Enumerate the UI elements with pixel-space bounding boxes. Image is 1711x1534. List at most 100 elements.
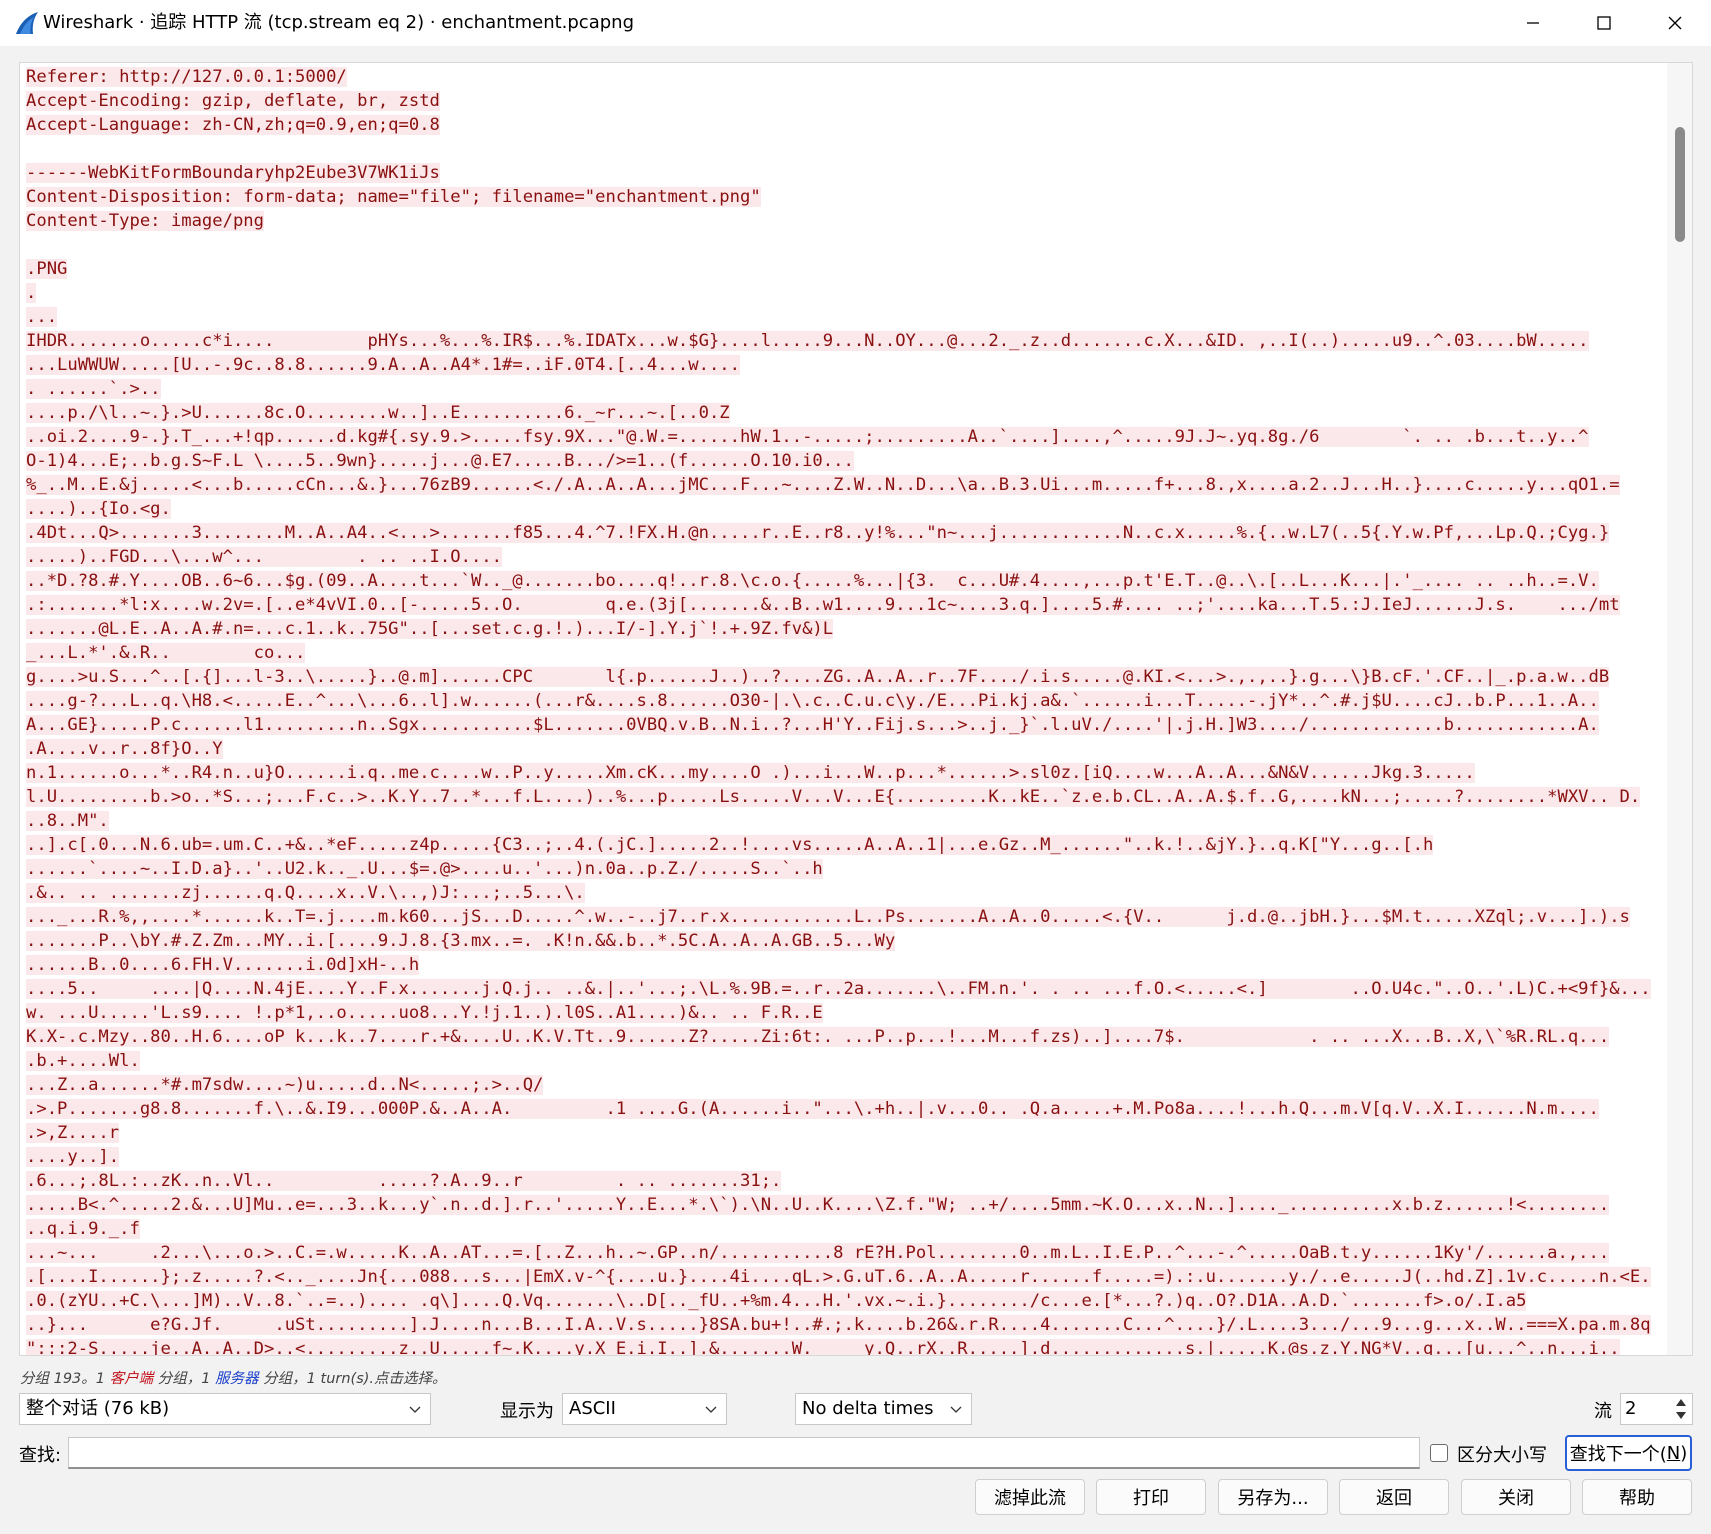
close-button[interactable]: 关闭 bbox=[1461, 1479, 1571, 1515]
back-button[interactable]: 返回 bbox=[1339, 1479, 1449, 1515]
stream-line[interactable]: .......@L.E..A..A.#.n=...c.1..k..75G"..[… bbox=[26, 617, 1662, 641]
find-input[interactable] bbox=[68, 1437, 1420, 1469]
delta-times-select[interactable]: No delta times bbox=[795, 1393, 972, 1425]
stream-line[interactable]: ..q.i.9._.f bbox=[26, 1217, 1662, 1241]
stream-line[interactable]: ..*D.?8.#.Y....OB..6~6...$g.(09..A....t.… bbox=[26, 569, 1662, 593]
stream-line[interactable]: .6...;.8L.:..zK..n..Vl.. .....?.A..9..r … bbox=[26, 1169, 1662, 1193]
stream-line[interactable]: ......B..0....6.FH.V.......i.0d]xH-..h bbox=[26, 953, 1662, 977]
window-title: Wireshark · 追踪 HTTP 流 (tcp.stream eq 2) … bbox=[43, 12, 634, 33]
stream-line[interactable]: .b.+....Wl. bbox=[26, 1049, 1662, 1073]
stream-line[interactable]: n.1......o...*..R4.n..u}O......i.q..me.c… bbox=[26, 761, 1662, 785]
stream-line[interactable] bbox=[26, 137, 1662, 161]
stream-line[interactable]: .[....I......};.z.....?.<.._....Jn{...08… bbox=[26, 1265, 1662, 1289]
stream-line[interactable]: Referer: http://127.0.0.1:5000/ bbox=[26, 65, 1662, 89]
stream-line[interactable]: ....g-?...L..q.\H8.<.....E..^...\...6..l… bbox=[26, 689, 1662, 713]
stream-line-text: ..}... e?G.Jf. .uSt.........].J....n...B… bbox=[26, 1315, 1651, 1335]
help-button[interactable]: 帮助 bbox=[1582, 1479, 1692, 1515]
maximize-button[interactable] bbox=[1572, 0, 1636, 46]
stream-line[interactable]: ....)..{Io.<g. bbox=[26, 497, 1662, 521]
stream-line-text: ......B..0....6.FH.V.......i.0d]xH-..h bbox=[26, 955, 420, 975]
stream-line[interactable]: ... bbox=[26, 305, 1662, 329]
stream-line[interactable]: ..._...R.%,,....*......k..T=.j....m.k60.… bbox=[26, 905, 1662, 929]
stream-line[interactable]: ..8..M". bbox=[26, 809, 1662, 833]
stream-line[interactable]: Accept-Language: zh-CN,zh;q=0.9,en;q=0.8 bbox=[26, 113, 1662, 137]
stream-line[interactable]: .0.(zYU..+C.\...]M)..V..8.`..=..).... .q… bbox=[26, 1289, 1662, 1313]
stream-line-text: ....y..]. bbox=[26, 1147, 120, 1167]
chevron-down-icon bbox=[409, 1406, 421, 1413]
find-next-button[interactable]: 查找下一个(N) bbox=[1565, 1435, 1692, 1471]
case-sensitive-label[interactable]: 区分大小写 bbox=[1457, 1441, 1547, 1467]
stream-line[interactable]: .......P..\bY.#.Z.Zm...MY..i.[....9.J.8.… bbox=[26, 929, 1662, 953]
print-button[interactable]: 打印 bbox=[1096, 1479, 1206, 1515]
stream-line[interactable]: ....y..]. bbox=[26, 1145, 1662, 1169]
stream-line-text: Content-Type: image/png bbox=[26, 211, 264, 231]
stream-line[interactable]: ...Z..a......*#.m7sdw....~)u.....d..N<..… bbox=[26, 1073, 1662, 1097]
stream-line[interactable]: K.X-.c.Mzy..80..H.6....oP k...k..7....r.… bbox=[26, 1025, 1662, 1049]
stream-line[interactable]: . ......`.>.. bbox=[26, 377, 1662, 401]
stream-line[interactable]: . bbox=[26, 281, 1662, 305]
stream-line[interactable]: .....)..FGD...\...w^... . .. ..I.O.... bbox=[26, 545, 1662, 569]
stream-line-text: .....B<.^.....2.&...U]Mu..e=...3..k...y`… bbox=[26, 1195, 1610, 1215]
stream-line[interactable]: ":::2-S.....je..A..A..D>..<.........z..U… bbox=[26, 1337, 1662, 1355]
stream-line[interactable]: .:.......*l:x....w.2v=.[..e*4vVI.0..[-..… bbox=[26, 593, 1662, 617]
stream-line[interactable]: ...~... .2...\...o.>..C.=.w.....K..A..AT… bbox=[26, 1241, 1662, 1265]
stream-line[interactable]: ....5.. ....|Q....N.4jE....Y..F.x.......… bbox=[26, 977, 1662, 1001]
stream-line-text: Content-Disposition: form-data; name="fi… bbox=[26, 187, 761, 207]
stream-line[interactable]: w. ...U.....'L.s9.... !.p*1,..o.....uo8.… bbox=[26, 1001, 1662, 1025]
stream-line[interactable]: ...LuWWUW.....[U..-.9c..8.8......9.A..A.… bbox=[26, 353, 1662, 377]
stream-line[interactable]: Content-Type: image/png bbox=[26, 209, 1662, 233]
spin-arrows-icon[interactable] bbox=[1672, 1396, 1690, 1422]
stream-line[interactable]: .>.P.......g8.8.......f.\..&.I9...000P.&… bbox=[26, 1097, 1662, 1121]
stream-line[interactable]: %_..M..E.&j.....<...b.....cCn...&.}...76… bbox=[26, 473, 1662, 497]
title-bar[interactable]: Wireshark · 追踪 HTTP 流 (tcp.stream eq 2) … bbox=[0, 0, 1711, 46]
stream-number-spinbox[interactable]: 2 bbox=[1620, 1393, 1693, 1425]
conversation-select[interactable]: 整个对话 (76 kB) bbox=[19, 1393, 431, 1425]
stream-line-text: IHDR.......o.....c*i.... pHYs...%...%.IR… bbox=[26, 331, 1589, 351]
stream-content-pane[interactable]: Referer: http://127.0.0.1:5000/Accept-En… bbox=[19, 62, 1693, 1356]
stream-line[interactable]: A...GE}.....P.c......l1.........n..Sgx..… bbox=[26, 713, 1662, 737]
stream-line[interactable]: O-1)4...E;..b.g.S~F.L \....5..9wn}.....j… bbox=[26, 449, 1662, 473]
stream-line[interactable]: ....p./\l..~.}.>U......8c.O........w..].… bbox=[26, 401, 1662, 425]
stream-line[interactable]: l.U.........b.>o..*S...;...F.c..>..K.Y..… bbox=[26, 785, 1662, 809]
stream-line[interactable]: ..}... e?G.Jf. .uSt.........].J....n...B… bbox=[26, 1313, 1662, 1337]
case-sensitive-checkbox[interactable] bbox=[1430, 1444, 1448, 1462]
show-as-select[interactable]: ASCII bbox=[562, 1393, 727, 1425]
stream-line[interactable]: .A....v..r..8f}O..Y bbox=[26, 737, 1662, 761]
stream-line-text: .6...;.8L.:..zK..n..Vl.. .....?.A..9..r … bbox=[26, 1171, 782, 1191]
stream-line-text: .:.......*l:x....w.2v=.[..e*4vVI.0..[-..… bbox=[26, 595, 1620, 615]
stream-line[interactable]: ------WebKitFormBoundaryhp2Eube3V7WK1iJs bbox=[26, 161, 1662, 185]
scrollbar-thumb[interactable] bbox=[1675, 127, 1685, 242]
stream-line[interactable]: .PNG bbox=[26, 257, 1662, 281]
chevron-down-icon bbox=[950, 1406, 962, 1413]
stream-line[interactable]: .4Dt...Q>.......3........M..A..A4..<...>… bbox=[26, 521, 1662, 545]
server-packets-link[interactable]: 服务器 bbox=[215, 1371, 259, 1387]
save-as-button[interactable]: 另存为... bbox=[1218, 1479, 1328, 1515]
stream-line[interactable]: Accept-Encoding: gzip, deflate, br, zstd bbox=[26, 89, 1662, 113]
stream-line[interactable]: Content-Disposition: form-data; name="fi… bbox=[26, 185, 1662, 209]
stream-line[interactable]: _...L.*'.&.R.. co... bbox=[26, 641, 1662, 665]
minimize-button[interactable] bbox=[1501, 0, 1565, 46]
stream-line-text: ......`....~..I.D.a}..'..U2.k.._.U...$=.… bbox=[26, 859, 823, 879]
filter-out-stream-button[interactable]: 滤掉此流 bbox=[975, 1479, 1085, 1515]
stream-line-text: n.1......o...*..R4.n..u}O......i.q..me.c… bbox=[26, 763, 1475, 783]
stream-line[interactable]: .>,Z....r bbox=[26, 1121, 1662, 1145]
stream-line[interactable]: ......`....~..I.D.a}..'..U2.k.._.U...$=.… bbox=[26, 857, 1662, 881]
stream-line[interactable] bbox=[26, 233, 1662, 257]
stream-line[interactable]: g....>u.S...^..[.{]...l-3..\.....}..@.m]… bbox=[26, 665, 1662, 689]
stream-line[interactable]: IHDR.......o.....c*i.... pHYs...%...%.IR… bbox=[26, 329, 1662, 353]
stream-line[interactable]: .....B<.^.....2.&...U]Mu..e=...3..k...y`… bbox=[26, 1193, 1662, 1217]
stream-line-text: ....5.. ....|Q....N.4jE....Y..F.x.......… bbox=[26, 979, 1651, 999]
stream-line-text: .4Dt...Q>.......3........M..A..A4..<...>… bbox=[26, 523, 1610, 543]
stream-line-text: .......P..\bY.#.Z.Zm...MY..i.[....9.J.8.… bbox=[26, 931, 896, 951]
stream-text[interactable]: Referer: http://127.0.0.1:5000/Accept-En… bbox=[26, 65, 1662, 1355]
close-window-button[interactable] bbox=[1643, 0, 1707, 46]
client-packets-link[interactable]: 客户端 bbox=[110, 1371, 154, 1387]
stream-line[interactable]: ..].c[.0...N.6.ub=.um.C..+&..*eF.....z4p… bbox=[26, 833, 1662, 857]
stream-line-text: %_..M..E.&j.....<...b.....cCn...&.}...76… bbox=[26, 475, 1620, 495]
status-middle: 分组，1 bbox=[153, 1371, 216, 1387]
stream-line-text: .......@L.E..A..A.#.n=...c.1..k..75G"..[… bbox=[26, 619, 834, 639]
stream-line[interactable]: .&.. .. .......zj......q.Q....x..V.\..,)… bbox=[26, 881, 1662, 905]
vertical-scrollbar[interactable] bbox=[1667, 63, 1692, 1355]
stream-line-text: . ......`.>.. bbox=[26, 379, 161, 399]
stream-line[interactable]: ..oi.2....9-.}.T_...+!qp......d.kg#{.sy.… bbox=[26, 425, 1662, 449]
